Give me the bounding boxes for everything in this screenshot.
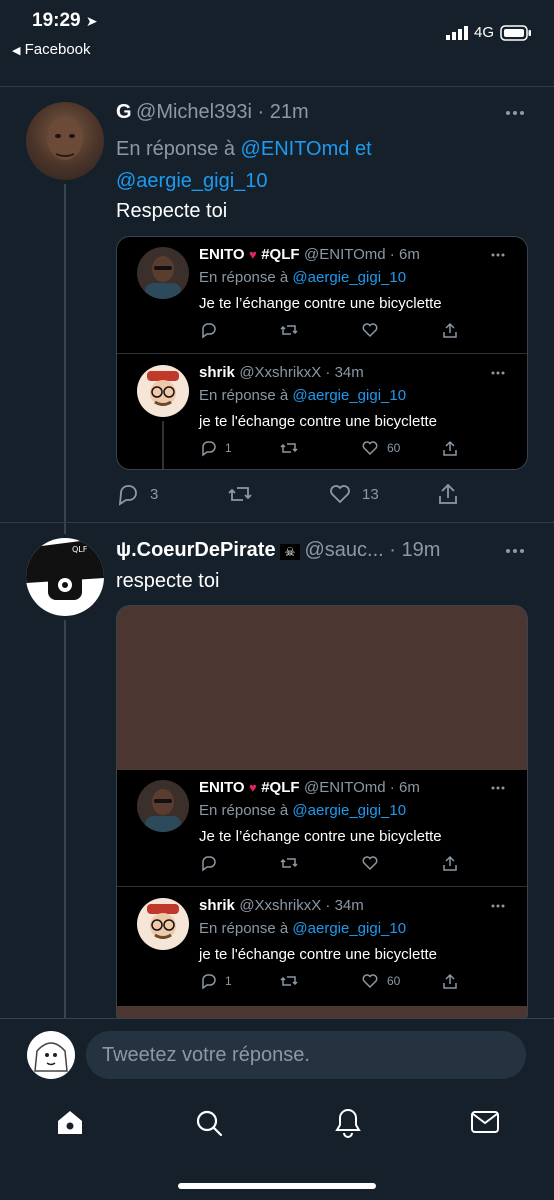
notifications-icon[interactable] [333, 1106, 363, 1138]
header-divider [0, 86, 554, 87]
avatar[interactable] [137, 247, 189, 299]
tweet-header: ψ.CoeurDePirate ☠ @sauc... · 19m [116, 539, 441, 561]
screenshot-image: ENITO ♥ #QLF @ENITOmd · 6m En réponse à … [117, 770, 527, 1006]
reply-icon[interactable]: 3 [116, 482, 226, 506]
reply-placeholder: Tweetez votre réponse. [102, 1044, 310, 1066]
reply-icon [199, 854, 279, 872]
back-triangle-icon: ◀ [12, 45, 21, 57]
tweet-time: 19m [401, 539, 441, 561]
tweet-time: 21m [269, 101, 309, 123]
author-handle[interactable]: @Michel393i [136, 101, 252, 123]
reply-context: En réponse à @aergie_gigi_10 [199, 387, 407, 404]
avatar [137, 898, 189, 950]
quote-text: Je te l’échange contre une bicyclette [199, 295, 442, 312]
thread-line [64, 184, 66, 534]
mention-link[interactable]: @aergie_gigi_10 [116, 170, 268, 192]
more-options-icon [491, 904, 505, 908]
avatar-text: QLF [72, 545, 88, 554]
messages-icon[interactable] [470, 1110, 500, 1134]
network-label: 4G [473, 24, 494, 41]
tweet-header: G @Michel393i · 21m [116, 101, 309, 123]
avatar[interactable] [137, 365, 189, 417]
mention-link[interactable]: @ENITOmd [241, 138, 350, 160]
like-icon[interactable]: 13 [328, 482, 436, 506]
pirate-flag-icon: ☠ [280, 543, 301, 560]
signal-icon [445, 25, 468, 40]
reply-icon[interactable]: 1 [199, 439, 279, 457]
tweet-actions: 3 13 [116, 482, 460, 506]
author-handle[interactable]: @sauc... [304, 539, 383, 561]
location-arrow-icon: ➤ [85, 13, 98, 29]
quote-text: je te l'échange contre une bicyclette [199, 413, 438, 430]
share-icon[interactable] [441, 439, 459, 457]
battery-icon [500, 24, 532, 41]
retweet-icon[interactable] [279, 321, 361, 339]
anatomical-heart-icon: ♥ [249, 247, 257, 262]
reply-context: En réponse à @aergie_gigi_10 [199, 269, 407, 286]
like-icon[interactable]: 60 [361, 439, 441, 457]
reply-composer: Tweetez votre réponse. [0, 1018, 554, 1099]
more-options-icon [491, 786, 505, 790]
retweet-icon[interactable] [279, 439, 361, 457]
divider [117, 353, 527, 354]
like-icon [361, 854, 441, 872]
back-to-app-link[interactable]: ◀ Facebook [12, 41, 91, 58]
like-icon: 60 [361, 972, 441, 990]
status-indicators: 4G [445, 24, 532, 41]
quote-actions [199, 321, 459, 339]
avatar [137, 780, 189, 832]
avatar[interactable]: QLF [26, 538, 104, 616]
status-time: 19:29 ➤ [32, 10, 98, 31]
my-avatar[interactable] [27, 1031, 75, 1079]
retweet-icon[interactable] [226, 482, 328, 506]
media-card[interactable]: ENITO ♥ #QLF @ENITOmd · 6m En réponse à … [116, 605, 528, 1027]
quote-text: je te l'échange contre une bicyclette [199, 946, 438, 963]
search-icon[interactable] [194, 1108, 224, 1138]
thread-line [64, 620, 66, 1018]
share-icon [441, 972, 459, 990]
anatomical-heart-icon: ♥ [249, 780, 257, 795]
quote-header: shrik @XxshrikxX · 34m [199, 897, 364, 914]
quote-actions: 1 60 [199, 972, 459, 990]
quote-thread-line [162, 421, 164, 469]
share-icon[interactable] [441, 321, 459, 339]
reply-input[interactable]: Tweetez votre réponse. [86, 1031, 526, 1079]
home-icon[interactable] [55, 1108, 85, 1136]
author-name[interactable]: ψ.CoeurDePirate [116, 539, 276, 561]
quote-text: Je te l’échange contre une bicyclette [199, 828, 442, 845]
quote-actions: 1 60 [199, 439, 459, 457]
divider [117, 886, 527, 887]
retweet-icon [279, 854, 361, 872]
reply-context: En réponse à @ENITOmd et @aergie_gigi_10 [116, 138, 372, 192]
quote-header: ENITO ♥ #QLF @ENITOmd · 6m [199, 779, 420, 796]
retweet-icon [279, 972, 361, 990]
like-icon[interactable] [361, 321, 441, 339]
tweet-text: Respecte toi [116, 200, 228, 222]
share-icon[interactable] [436, 482, 460, 506]
avatar[interactable] [26, 102, 104, 180]
quoted-thread-card[interactable]: ENITO ♥ #QLF @ENITOmd · 6m En réponse à … [116, 236, 528, 470]
reply-icon[interactable] [199, 321, 279, 339]
more-options-icon[interactable] [505, 548, 525, 554]
tweet-text: respecte toi [116, 570, 220, 592]
more-options-icon[interactable] [491, 253, 505, 257]
reply-icon: 1 [199, 972, 279, 990]
home-indicator [178, 1183, 376, 1189]
reply-context: En réponse à @aergie_gigi_10 [199, 920, 407, 937]
more-options-icon[interactable] [491, 371, 505, 375]
tweet-divider [0, 522, 554, 523]
reply-context: En réponse à @aergie_gigi_10 [199, 802, 407, 819]
quote-header: shrik @XxshrikxX · 34m [199, 364, 364, 381]
author-name[interactable]: G [116, 101, 132, 123]
quote-actions [199, 854, 459, 872]
quote-header: ENITO ♥ #QLF @ENITOmd · 6m [199, 246, 420, 263]
share-icon [441, 854, 459, 872]
more-options-icon[interactable] [505, 110, 525, 116]
